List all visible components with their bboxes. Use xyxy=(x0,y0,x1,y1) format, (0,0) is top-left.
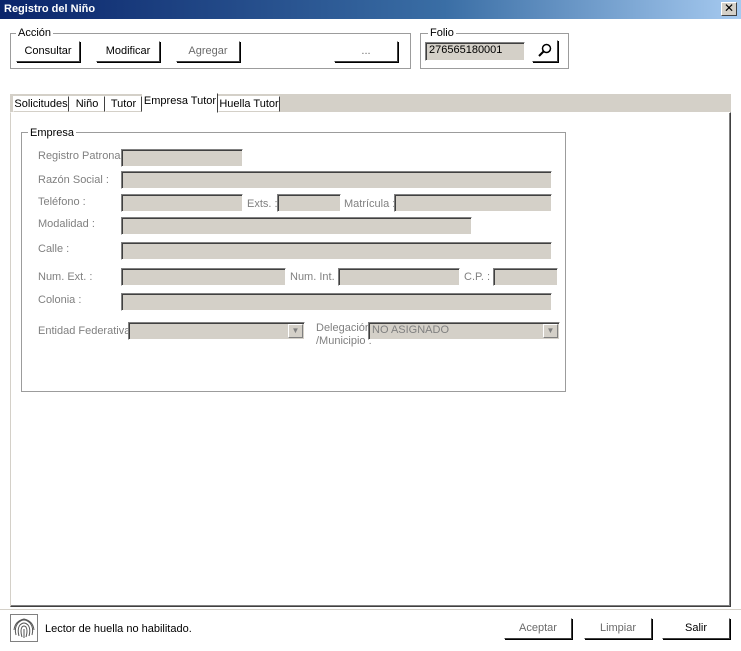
consultar-button[interactable]: Consultar xyxy=(16,41,80,62)
status-divider xyxy=(0,609,741,610)
telefono-label: Teléfono : xyxy=(38,196,86,208)
cp-label: C.P. : xyxy=(464,271,491,283)
modificar-button[interactable]: Modificar xyxy=(96,41,160,62)
folio-input[interactable]: 276565180001 xyxy=(425,42,525,61)
num-int-label: Num. Int. : xyxy=(290,271,341,283)
close-button[interactable]: ✕ xyxy=(721,2,737,16)
empresa-legend: Empresa xyxy=(28,127,77,139)
delegacion-dropdown-arrow[interactable]: ▼ xyxy=(543,324,558,338)
colonia-field[interactable] xyxy=(121,293,552,311)
cp-field[interactable] xyxy=(493,268,558,286)
tab-nino[interactable]: Niño xyxy=(69,96,105,112)
close-icon: ✕ xyxy=(723,1,735,15)
calle-label: Calle : xyxy=(38,243,70,255)
folio-search-button[interactable] xyxy=(532,40,558,62)
delegacion-value: NO ASIGNADO xyxy=(372,324,450,336)
search-icon xyxy=(537,43,553,57)
registro-patronal-label: Registro Patronal : xyxy=(38,150,130,162)
more-button[interactable]: ... xyxy=(334,41,398,62)
num-ext-label: Num. Ext. : xyxy=(38,271,93,283)
delegacion-label: Delegación /Municipio : xyxy=(316,322,372,348)
num-ext-field[interactable] xyxy=(121,268,286,286)
agregar-button[interactable]: Agregar xyxy=(176,41,240,62)
registro-patronal-field[interactable] xyxy=(121,149,243,167)
razon-social-label: Razón Social : xyxy=(38,174,109,186)
folio-legend: Folio xyxy=(428,27,456,39)
telefono-field[interactable] xyxy=(121,194,243,212)
delegacion-label-line2: /Municipio : xyxy=(316,335,372,347)
modalidad-field[interactable] xyxy=(121,217,472,235)
tab-empresa-tutor[interactable]: Empresa Tutor xyxy=(142,93,218,113)
matricula-field[interactable] xyxy=(394,194,552,212)
accion-legend: Acción xyxy=(16,27,54,39)
entidad-federativa-select[interactable]: ▼ xyxy=(128,322,305,340)
limpiar-button[interactable]: Limpiar xyxy=(584,618,652,639)
aceptar-button[interactable]: Aceptar xyxy=(504,618,572,639)
entidad-federativa-label: Entidad Federativa : xyxy=(38,325,137,337)
calle-field[interactable] xyxy=(121,242,552,260)
fingerprint-icon xyxy=(10,614,38,642)
status-message: Lector de huella no habilitado. xyxy=(45,623,192,635)
exts-field[interactable] xyxy=(277,194,341,212)
window-title: Registro del Niño xyxy=(4,3,96,15)
delegacion-select[interactable]: NO ASIGNADO ▼ xyxy=(368,322,560,340)
razon-social-field[interactable] xyxy=(121,171,552,189)
tab-huella-tutor[interactable]: Huella Tutor xyxy=(218,96,280,112)
colonia-label: Colonia : xyxy=(38,294,82,306)
delegacion-label-line1: Delegación xyxy=(316,322,372,334)
modalidad-label: Modalidad : xyxy=(38,218,95,230)
window-title-bar: Registro del Niño xyxy=(0,0,741,19)
num-int-field[interactable] xyxy=(338,268,460,286)
exts-label: Exts. : xyxy=(247,198,278,210)
tab-tutor[interactable]: Tutor xyxy=(105,96,142,112)
entidad-dropdown-arrow[interactable]: ▼ xyxy=(288,324,303,338)
tab-solicitudes[interactable]: Solicitudes xyxy=(13,96,69,112)
salir-button[interactable]: Salir xyxy=(662,618,730,639)
matricula-label: Matrícula : xyxy=(344,198,396,210)
